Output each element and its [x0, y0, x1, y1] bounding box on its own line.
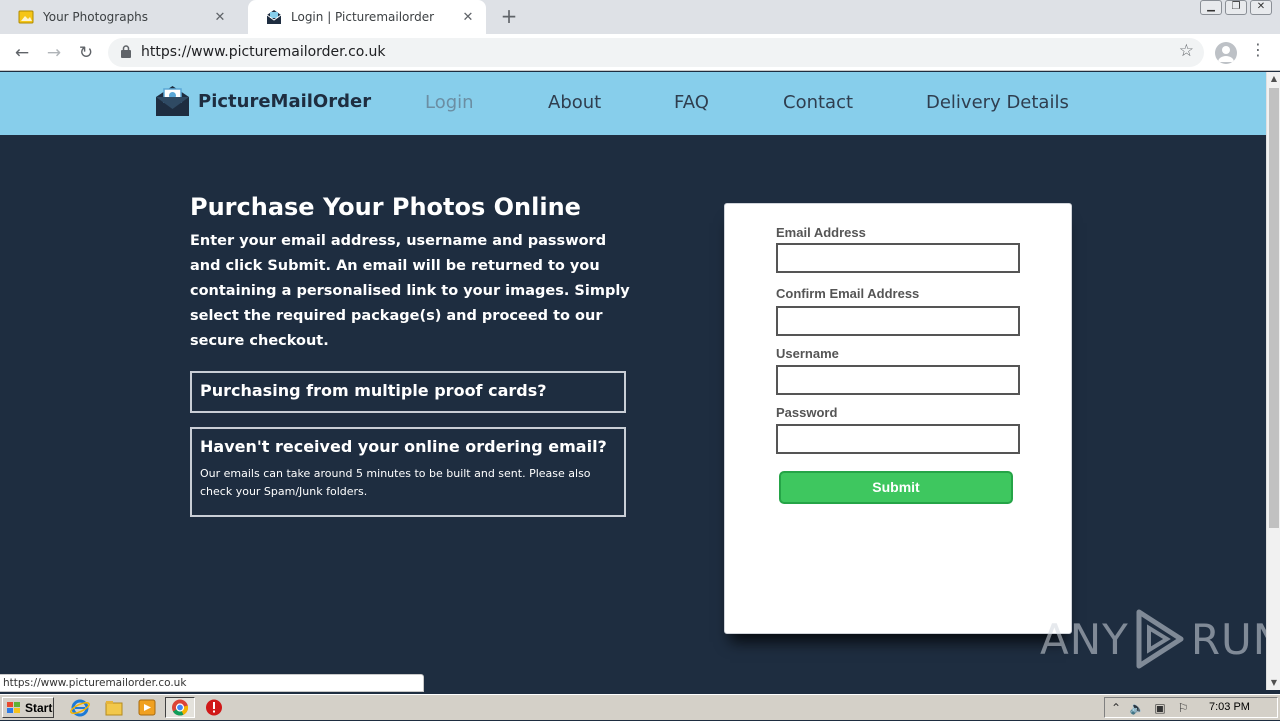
- envelope-photo-logo-icon: [156, 86, 189, 116]
- info-box-title: Haven't received your online ordering em…: [200, 437, 607, 456]
- info-box-body: Our emails can take around 5 minutes to …: [200, 467, 591, 498]
- forward-arrow-icon[interactable]: →: [42, 41, 66, 65]
- password-label: Password: [776, 405, 838, 420]
- nav-faq[interactable]: FAQ: [674, 92, 709, 113]
- username-label: Username: [776, 346, 839, 361]
- page-scrollbar[interactable]: ▲ ▼: [1266, 72, 1280, 690]
- chrome-icon: [172, 699, 189, 716]
- stop-icon[interactable]: [204, 698, 224, 717]
- nav-delivery-details[interactable]: Delivery Details: [926, 92, 1069, 113]
- browser-toolbar: ← → ↻ https://www.picturemailorder.co.uk…: [0, 34, 1280, 71]
- missing-email-box[interactable]: Haven't received your online ordering em…: [190, 427, 626, 517]
- play-triangle-icon: [1136, 609, 1184, 669]
- watermark-left: ANY: [1040, 614, 1129, 664]
- bookmark-star-icon[interactable]: ☆: [1179, 41, 1194, 61]
- minimize-icon[interactable]: ▁: [1200, 0, 1222, 15]
- tab-login[interactable]: Login | Picturemailorder ✕: [248, 0, 486, 34]
- action-center-flag-icon[interactable]: ⚐: [1175, 700, 1191, 716]
- login-form: Email Address Confirm Email Address User…: [724, 203, 1072, 634]
- back-arrow-icon[interactable]: ←: [10, 41, 34, 65]
- close-tab-icon[interactable]: ✕: [212, 10, 228, 25]
- scroll-thumb[interactable]: [1269, 88, 1279, 528]
- info-box-title: Purchasing from multiple proof cards?: [200, 381, 547, 400]
- internet-explorer-icon[interactable]: [70, 698, 90, 717]
- volume-icon[interactable]: 🔈: [1129, 700, 1145, 716]
- system-tray: ⌃ 🔈 ▣ ⚐ 7:03 PM: [1104, 697, 1278, 718]
- start-label: Start: [25, 700, 53, 715]
- reload-icon[interactable]: ↻: [74, 41, 98, 65]
- scroll-up-icon[interactable]: ▲: [1267, 72, 1280, 86]
- brand-name: PictureMailOrder: [198, 90, 372, 112]
- address-bar[interactable]: https://www.picturemailorder.co.uk ☆: [108, 38, 1204, 67]
- submit-button[interactable]: Submit: [779, 471, 1013, 504]
- windows-taskbar: Start ⌃ 🔈 ▣ ⚐ 7:03 PM: [0, 694, 1280, 720]
- username-field[interactable]: [776, 365, 1020, 395]
- page-title: Purchase Your Photos Online: [190, 193, 581, 221]
- new-tab-button[interactable]: +: [498, 5, 520, 27]
- network-icon[interactable]: ▣: [1152, 700, 1168, 716]
- email-field[interactable]: [776, 243, 1020, 273]
- media-player-icon[interactable]: [137, 698, 157, 717]
- file-explorer-icon[interactable]: [104, 698, 124, 717]
- chrome-taskbar-button[interactable]: [165, 697, 195, 718]
- anyrun-watermark: ANY RUN: [1040, 608, 1280, 670]
- tab-your-photographs[interactable]: Your Photographs ✕: [0, 0, 238, 34]
- browser-menu-icon[interactable]: ⋮: [1250, 40, 1266, 59]
- close-window-icon[interactable]: ✕: [1250, 0, 1272, 15]
- photographs-favicon-icon: [18, 10, 34, 24]
- restore-icon[interactable]: ❐: [1225, 0, 1247, 15]
- site-header: PictureMailOrder Login About FAQ Contact…: [0, 72, 1266, 135]
- show-hidden-icons-icon[interactable]: ⌃: [1108, 700, 1124, 716]
- multiple-proof-cards-box[interactable]: Purchasing from multiple proof cards?: [190, 371, 626, 413]
- confirm-email-label: Confirm Email Address: [776, 286, 920, 301]
- nav-contact[interactable]: Contact: [783, 92, 853, 113]
- tab-title: Your Photographs: [43, 10, 149, 24]
- lock-icon: [121, 45, 131, 58]
- intro-text: Enter your email address, username and p…: [190, 233, 630, 349]
- email-label: Email Address: [776, 225, 866, 240]
- confirm-email-field[interactable]: [776, 306, 1020, 336]
- tab-title: Login | Picturemailorder: [291, 10, 435, 24]
- main-content: Purchase Your Photos Online Enter your e…: [0, 135, 1266, 690]
- profile-avatar-icon[interactable]: [1215, 42, 1237, 64]
- windows-flag-icon: [7, 701, 20, 713]
- tab-strip: Your Photographs ✕ Login | Picturemailor…: [0, 0, 1280, 34]
- taskbar-clock[interactable]: 7:03 PM: [1209, 701, 1250, 713]
- url-text: https://www.picturemailorder.co.uk: [141, 44, 386, 60]
- scroll-down-icon[interactable]: ▼: [1267, 676, 1280, 690]
- nav-login[interactable]: Login: [425, 92, 474, 113]
- window-controls: ▁ ❐ ✕: [1197, 0, 1272, 15]
- status-bubble-url: https://www.picturemailorder.co.uk: [0, 674, 424, 692]
- nav-about[interactable]: About: [548, 92, 601, 113]
- picturemailorder-favicon-icon: [266, 10, 282, 24]
- password-field[interactable]: [776, 424, 1020, 454]
- start-button[interactable]: Start: [2, 697, 54, 718]
- site-logo[interactable]: PictureMailOrder: [155, 85, 371, 117]
- close-tab-icon[interactable]: ✕: [460, 10, 476, 25]
